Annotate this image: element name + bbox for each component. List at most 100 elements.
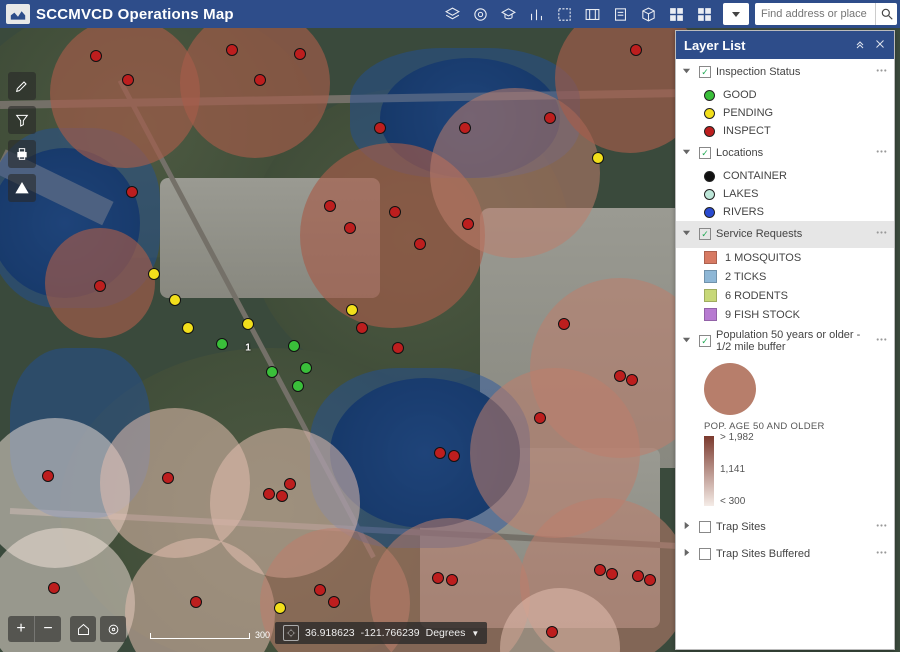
map-point-inspect[interactable] [459,122,471,134]
chevron-down-icon[interactable] [682,228,694,240]
layer-row[interactable]: Trap Sites [676,514,894,541]
map-point-inspect[interactable] [226,44,238,56]
map-point-pending[interactable] [346,304,358,316]
map-point-inspect[interactable] [626,374,638,386]
map-point-inspect[interactable] [434,447,446,459]
layer-more-icon[interactable] [875,546,888,562]
layer-more-icon[interactable] [875,226,888,242]
map-point-pending[interactable] [592,152,604,164]
map-point-inspect[interactable] [324,200,336,212]
zoom-in-button[interactable]: + [8,616,34,642]
search-input[interactable] [755,8,875,20]
layer-checkbox[interactable] [699,335,711,347]
map-point-inspect[interactable] [162,472,174,484]
map-point-inspect[interactable] [328,596,340,608]
select-icon[interactable] [551,0,577,28]
layer-row[interactable]: Population 50 years or older - 1/2 mile … [676,324,894,359]
map-point-inspect[interactable] [94,280,106,292]
map-point-pending[interactable] [148,268,160,280]
coord-pick-button[interactable] [283,625,299,641]
education-icon[interactable] [495,0,521,28]
map-point-inspect[interactable] [446,574,458,586]
layer-row[interactable]: Inspection Status [676,59,894,86]
map-point-inspect[interactable] [558,318,570,330]
layer-checkbox[interactable] [699,147,711,159]
layer-more-icon[interactable] [875,64,888,80]
layer-row[interactable]: Service Requests [676,221,894,248]
chevron-down-icon[interactable] [682,147,694,159]
chart-icon[interactable] [523,0,549,28]
map-point-inspect[interactable] [190,596,202,608]
alert-tool[interactable] [8,174,36,202]
map-point-inspect[interactable] [392,342,404,354]
map-point-inspect[interactable] [632,570,644,582]
map-point-inspect[interactable] [90,50,102,62]
collapse-icon[interactable] [854,38,866,53]
map-point-inspect[interactable] [534,412,546,424]
chevron-down-icon[interactable] [682,335,694,347]
map-point-inspect[interactable] [122,74,134,86]
map-point-inspect[interactable] [546,626,558,638]
map-point-inspect[interactable] [448,450,460,462]
map-point-inspect[interactable] [389,206,401,218]
map-point-good[interactable] [292,380,304,392]
chevron-right-icon[interactable] [682,548,694,560]
map-point-pending[interactable] [274,602,286,614]
chevron-right-icon[interactable] [682,521,694,533]
map-point-inspect[interactable] [294,48,306,60]
map-point-inspect[interactable] [42,470,54,482]
map-point-inspect[interactable] [314,584,326,596]
map-point-inspect[interactable] [284,478,296,490]
note-icon[interactable] [607,0,633,28]
map-point-inspect[interactable] [48,582,60,594]
film-icon[interactable] [579,0,605,28]
map-point-inspect[interactable] [614,370,626,382]
layer-checkbox[interactable] [699,66,711,78]
map-point-inspect[interactable] [414,238,426,250]
more-tools-dropdown[interactable] [723,3,749,25]
map-point-inspect[interactable] [263,488,275,500]
map-point-inspect[interactable] [606,568,618,580]
map-point-inspect[interactable] [462,218,474,230]
target-icon[interactable] [467,0,493,28]
zoom-out-button[interactable]: − [35,616,61,642]
panel-body[interactable]: Inspection StatusGOODPENDINGINSPECTLocat… [676,59,894,649]
layer-more-icon[interactable] [875,333,888,349]
chevron-down-icon[interactable] [682,66,694,78]
map-point-inspect[interactable] [344,222,356,234]
layer-more-icon[interactable] [875,145,888,161]
locate-button[interactable] [100,616,126,642]
grid4-icon[interactable] [663,0,689,28]
map-point-inspect[interactable] [544,112,556,124]
map-point-inspect[interactable] [432,572,444,584]
layer-checkbox[interactable] [699,521,711,533]
search-button[interactable] [875,3,897,25]
home-extent-button[interactable] [70,616,96,642]
draw-tool[interactable] [8,72,36,100]
layers-icon[interactable] [439,0,465,28]
map-point-good[interactable] [216,338,228,350]
filter-tool[interactable] [8,106,36,134]
map-point-inspect[interactable] [254,74,266,86]
map-point-inspect[interactable] [126,186,138,198]
grid4b-icon[interactable] [691,0,717,28]
layer-checkbox[interactable] [699,228,711,240]
map-point-pending[interactable] [242,318,254,330]
map-point-pending[interactable] [182,322,194,334]
print-tool[interactable] [8,140,36,168]
layer-row[interactable]: Trap Sites Buffered [676,541,894,568]
map-point-inspect[interactable] [594,564,606,576]
box-icon[interactable] [635,0,661,28]
map-point-good[interactable] [288,340,300,352]
map-point-inspect[interactable] [356,322,368,334]
map-point-inspect[interactable] [374,122,386,134]
close-icon[interactable] [874,38,886,53]
map-point-inspect[interactable] [276,490,288,502]
layer-row[interactable]: Locations [676,140,894,167]
map-point-pending[interactable] [169,294,181,306]
layer-more-icon[interactable] [875,519,888,535]
panel-header[interactable]: Layer List [676,31,894,59]
map-point-inspect[interactable] [644,574,656,586]
layer-checkbox[interactable] [699,548,711,560]
map-point-good[interactable] [266,366,278,378]
